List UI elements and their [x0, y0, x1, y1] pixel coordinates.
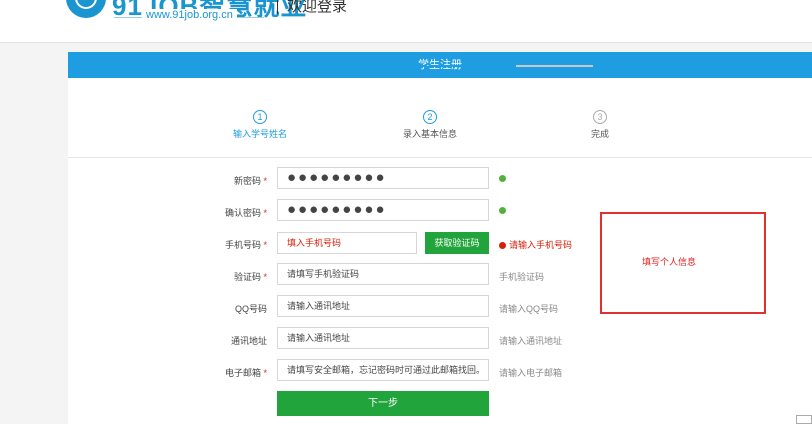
step-2-label: 录入基本信息 [403, 129, 458, 139]
next-step-button[interactable]: 下一步 [277, 391, 489, 416]
header-separator [277, 0, 278, 14]
qq-tip: 请输入QQ号码 [499, 304, 559, 314]
phone-error: 请输入手机号码 [499, 238, 572, 251]
new-password-ok-icon [499, 174, 506, 184]
address-tip: 请输入通讯地址 [499, 336, 563, 346]
qq-input[interactable]: 请输入通讯地址 [277, 295, 489, 317]
brand-url: www.91job.org.cn [142, 9, 237, 21]
step-3-label: 完成 [591, 129, 610, 139]
annotation-text: 填写个人信息 [642, 257, 697, 267]
verify-code-input[interactable]: 请填写手机验证码 [277, 263, 489, 285]
step-1-number: 1 [253, 110, 267, 124]
step-line-done [267, 65, 427, 67]
step-1-label: 输入学号姓名 [233, 129, 288, 139]
top-header: 91JOB智慧就业 www.91job.org.cn 欢迎登录 [0, 0, 812, 43]
confirm-password-label: 确认密码 * [224, 208, 267, 218]
verify-code-tip: 手机验证码 [499, 272, 545, 282]
confirm-password-input[interactable]: ●●●●●●●●● [277, 199, 489, 221]
phone-label: 手机号码 * [224, 240, 267, 250]
side-widget-edge[interactable] [796, 415, 812, 424]
address-input[interactable]: 请输入通讯地址 [277, 327, 489, 349]
qq-label: QQ号码 [234, 304, 267, 314]
new-password-label: 新密码 * [233, 176, 267, 186]
step-3-number: 3 [593, 110, 607, 124]
step-2-number: 2 [423, 110, 437, 124]
verify-code-label: 验证码 * [233, 272, 267, 282]
email-label: 电子邮箱 * [224, 368, 267, 378]
step-line-current [430, 65, 516, 67]
phone-input[interactable]: 填入手机号码 [277, 232, 417, 254]
error-icon [499, 242, 506, 249]
new-password-input[interactable]: ●●●●●●●●● [277, 167, 489, 189]
welcome-text: 欢迎登录 [287, 0, 348, 15]
logo-icon [66, 0, 106, 18]
email-input[interactable]: 请填写安全邮箱，忘记密码时可通过此邮箱找回。 [277, 359, 489, 381]
address-label: 通讯地址 [230, 336, 267, 346]
confirm-password-ok-icon [499, 206, 506, 216]
steps-divider [68, 157, 812, 158]
get-code-button[interactable]: 获取验证码 [425, 232, 489, 254]
step-line-pending [516, 65, 593, 67]
email-tip: 请输入电子邮箱 [499, 368, 563, 378]
